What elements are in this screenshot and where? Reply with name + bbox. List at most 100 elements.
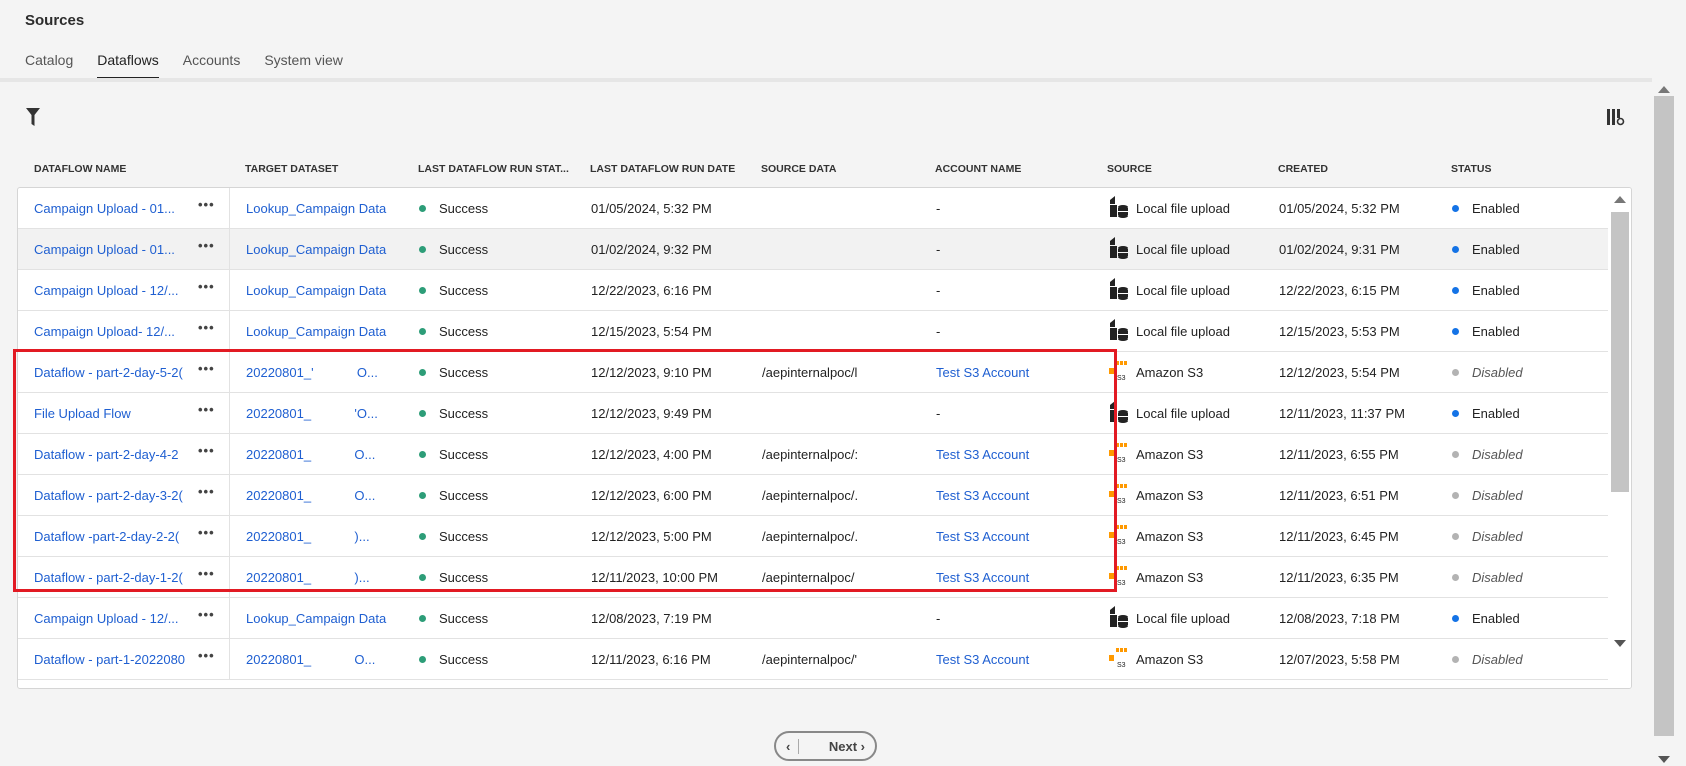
column-settings-icon[interactable] (1607, 108, 1625, 131)
status: Enabled (1452, 201, 1520, 216)
target-dataset-link[interactable]: 20220801_ )... (246, 570, 370, 585)
dataflow-name-link[interactable]: Campaign Upload- 12/... (34, 324, 175, 339)
col-account-name[interactable]: ACCOUNT NAME (935, 163, 1021, 175)
more-actions-button[interactable]: ••• (198, 402, 215, 417)
run-date: 12/11/2023, 6:16 PM (591, 652, 711, 667)
previous-page-button[interactable]: ‹ (786, 738, 800, 754)
scroll-down-icon[interactable] (1614, 640, 1626, 647)
source-data: /aepinternalpoc/l (762, 365, 858, 380)
dataflow-name-link[interactable]: Dataflow - part-2-day-3-2( (34, 488, 183, 503)
created-date: 12/15/2023, 5:53 PM (1279, 324, 1400, 339)
table-row[interactable]: Campaign Upload - 12/... ••• Lookup_Camp… (18, 598, 1608, 639)
svg-text:S3: S3 (1117, 580, 1126, 587)
more-actions-button[interactable]: ••• (198, 566, 215, 581)
dataflow-name-link[interactable]: Campaign Upload - 01... (34, 201, 175, 216)
dataflow-name-link[interactable]: Campaign Upload - 12/... (34, 283, 179, 298)
account-name[interactable]: Test S3 Account (936, 652, 1029, 667)
page-scroll-up-icon[interactable] (1658, 86, 1670, 93)
status: Enabled (1452, 242, 1520, 257)
status-dot-icon (1452, 328, 1459, 335)
success-dot-icon (419, 205, 426, 212)
dataflow-name-link[interactable]: Campaign Upload - 01... (34, 242, 175, 257)
success-dot-icon (419, 615, 426, 622)
account-name[interactable]: Test S3 Account (936, 529, 1029, 544)
account-name[interactable]: Test S3 Account (936, 488, 1029, 503)
page-scroll-thumb[interactable] (1654, 96, 1674, 736)
target-dataset-link[interactable]: 20220801_' O... (246, 365, 378, 380)
account-name[interactable]: Test S3 Account (936, 447, 1029, 462)
target-dataset-link[interactable]: 20220801_ 'O... (246, 406, 378, 421)
svg-text:S3: S3 (1117, 662, 1126, 669)
source-data: /aepinternalpoc/ (762, 570, 855, 585)
tab-system-view[interactable]: System view (264, 52, 343, 79)
more-actions-button[interactable]: ••• (198, 607, 215, 622)
more-actions-button[interactable]: ••• (198, 525, 215, 540)
account-name[interactable]: Test S3 Account (936, 570, 1029, 585)
col-status[interactable]: STATUS (1451, 163, 1491, 175)
dataflow-name-link[interactable]: Dataflow -part-2-day-2-2( (34, 529, 179, 544)
tab-catalog[interactable]: Catalog (25, 52, 73, 79)
more-actions-button[interactable]: ••• (198, 484, 215, 499)
amazon-s3-icon: S3 (1108, 524, 1130, 549)
table-row[interactable]: Campaign Upload - 01... ••• Lookup_Campa… (18, 188, 1608, 229)
col-source[interactable]: SOURCE (1107, 163, 1152, 175)
created-date: 12/07/2023, 5:58 PM (1279, 652, 1400, 667)
more-actions-button[interactable]: ••• (198, 648, 215, 663)
target-dataset-link[interactable]: Lookup_Campaign Data (246, 611, 386, 626)
target-dataset-link[interactable]: Lookup_Campaign Data (246, 283, 386, 298)
dataflow-name-link[interactable]: Dataflow - part-2-day-5-2( (34, 365, 183, 380)
more-actions-button[interactable]: ••• (198, 443, 215, 458)
col-created[interactable]: CREATED (1278, 163, 1328, 175)
created-date: 12/11/2023, 11:37 PM (1279, 406, 1406, 421)
column-divider (229, 352, 230, 393)
dataflow-name-link[interactable]: File Upload Flow (34, 406, 131, 421)
table-row[interactable]: Campaign Upload- 12/... ••• Lookup_Campa… (18, 311, 1608, 352)
dataflow-name-link[interactable]: Campaign Upload - 12/... (34, 611, 179, 626)
account-name[interactable]: Test S3 Account (936, 365, 1029, 380)
table-row[interactable]: Campaign Upload - 01... ••• Lookup_Campa… (18, 229, 1608, 270)
table-row[interactable]: Dataflow - part-2-day-5-2( ••• 20220801_… (18, 352, 1608, 393)
filter-icon[interactable] (26, 108, 40, 131)
source-name: Amazon S3 (1136, 488, 1204, 503)
table-row[interactable]: Dataflow - part-1-2022080 ••• 20220801_ … (18, 639, 1608, 680)
table-row[interactable]: Campaign Upload - 12/... ••• Lookup_Camp… (18, 270, 1608, 311)
target-dataset-link[interactable]: 20220801_ )... (246, 529, 370, 544)
next-page-button[interactable]: Next › (829, 739, 865, 754)
dataflow-name-link[interactable]: Dataflow - part-1-2022080 (34, 652, 185, 667)
tab-dataflows[interactable]: Dataflows (97, 52, 159, 79)
pagination: ‹ Next › (774, 731, 877, 761)
more-actions-button[interactable]: ••• (198, 279, 215, 294)
page-scrollbar[interactable] (1652, 82, 1676, 766)
dataflow-name-link[interactable]: Dataflow - part-2-day-4-2 (34, 447, 179, 462)
column-divider (229, 434, 230, 475)
table-scroll-thumb[interactable] (1611, 212, 1629, 492)
table-row[interactable]: Dataflow - part-2-day-3-2( ••• 20220801_… (18, 475, 1608, 516)
table-row[interactable]: Dataflow - part-2-day-1-2( ••• 20220801_… (18, 557, 1608, 598)
more-actions-button[interactable]: ••• (198, 197, 215, 212)
target-dataset-link[interactable]: Lookup_Campaign Data (246, 324, 386, 339)
table-row[interactable]: Dataflow -part-2-day-2-2( ••• 20220801_ … (18, 516, 1608, 557)
more-actions-button[interactable]: ••• (198, 320, 215, 335)
source-name: Local file upload (1136, 406, 1230, 421)
target-dataset-link[interactable]: Lookup_Campaign Data (246, 242, 386, 257)
table-row[interactable]: File Upload Flow ••• 20220801_ 'O... Suc… (18, 393, 1608, 434)
more-actions-button[interactable]: ••• (198, 238, 215, 253)
col-source-data[interactable]: SOURCE DATA (761, 163, 836, 175)
table-scrollbar[interactable] (1608, 188, 1631, 688)
scroll-up-icon[interactable] (1614, 196, 1626, 203)
column-divider (229, 475, 230, 516)
tab-accounts[interactable]: Accounts (183, 52, 241, 79)
target-dataset-link[interactable]: Lookup_Campaign Data (246, 201, 386, 216)
svg-text:S3: S3 (1117, 539, 1126, 546)
table-row[interactable]: Dataflow - part-2-day-4-2 ••• 20220801_ … (18, 434, 1608, 475)
col-target-dataset[interactable]: TARGET DATASET (245, 163, 338, 175)
target-dataset-link[interactable]: 20220801_ O... (246, 652, 375, 667)
target-dataset-link[interactable]: 20220801_ O... (246, 488, 375, 503)
target-dataset-link[interactable]: 20220801_ O... (246, 447, 375, 462)
col-dataflow-name[interactable]: DATAFLOW NAME (34, 163, 126, 175)
col-run-status[interactable]: LAST DATAFLOW RUN STAT... (418, 163, 569, 175)
page-scroll-down-icon[interactable] (1658, 756, 1670, 763)
more-actions-button[interactable]: ••• (198, 361, 215, 376)
dataflow-name-link[interactable]: Dataflow - part-2-day-1-2( (34, 570, 183, 585)
col-run-date[interactable]: LAST DATAFLOW RUN DATE (590, 163, 735, 175)
